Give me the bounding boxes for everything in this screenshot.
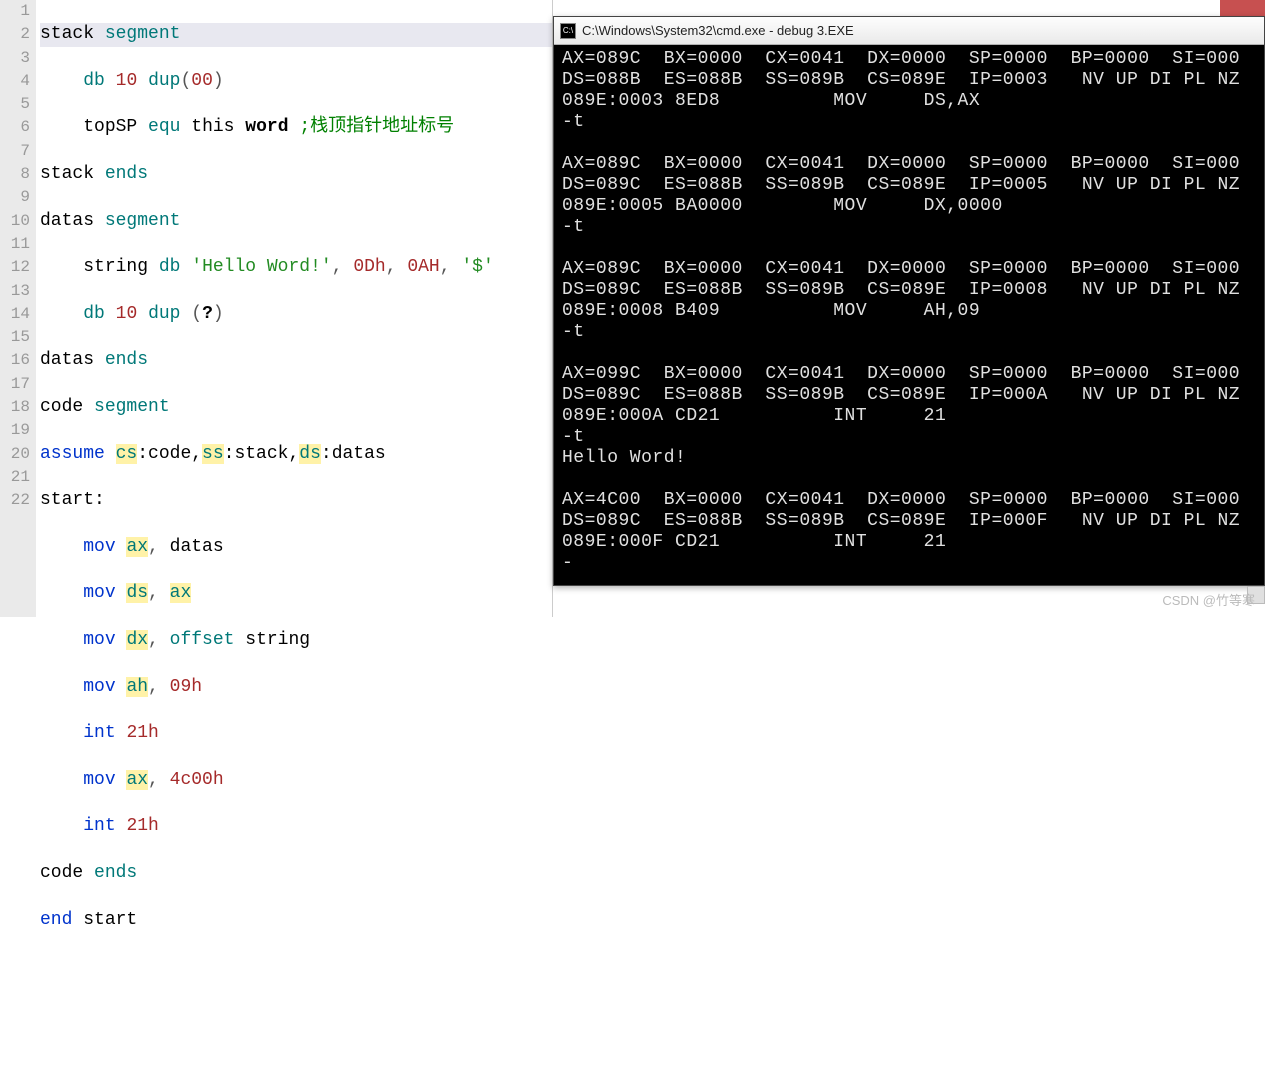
line-number: 12 <box>0 256 30 279</box>
t: segment <box>105 24 181 44</box>
t: db <box>83 71 105 91</box>
t: '$' <box>461 257 493 277</box>
line-number: 22 <box>0 489 30 512</box>
t: 0AH <box>407 257 439 277</box>
t: int <box>83 723 115 743</box>
cmd-icon: C:\ <box>560 23 576 39</box>
t: code <box>40 397 83 417</box>
t: equ <box>148 117 180 137</box>
t: 21h <box>126 816 158 836</box>
t: this <box>191 117 234 137</box>
line-number: 9 <box>0 186 30 209</box>
t: ;栈顶指针地址标号 <box>299 117 454 137</box>
t: cs <box>116 444 138 464</box>
line-number: 8 <box>0 163 30 186</box>
line-number: 6 <box>0 116 30 139</box>
t: 10 <box>116 304 138 324</box>
cmd-title: C:\Windows\System32\cmd.exe - debug 3.EX… <box>582 23 854 38</box>
t: 00 <box>191 71 213 91</box>
code-area[interactable]: stack segment db 10 dup(00) topSP equ th… <box>36 0 552 617</box>
code-editor[interactable]: 1 2 3 4 5 6 7 8 9 10 11 12 13 14 15 16 1… <box>0 0 553 617</box>
t: segment <box>94 397 170 417</box>
cmd-output[interactable]: AX=089C BX=0000 CX=0041 DX=0000 SP=0000 … <box>554 45 1264 585</box>
t: mov <box>83 630 115 650</box>
t: offset <box>170 630 235 650</box>
t: ds <box>299 444 321 464</box>
t: datas <box>170 537 224 557</box>
t: , <box>148 583 170 603</box>
t: dup <box>148 71 180 91</box>
t: mov <box>83 537 115 557</box>
t: ax <box>170 583 192 603</box>
t: , <box>148 630 170 650</box>
t: 4c00h <box>170 770 224 790</box>
t: dup <box>148 304 180 324</box>
t: ends <box>105 350 148 370</box>
line-number: 10 <box>0 210 30 233</box>
line-number: 2 <box>0 23 30 46</box>
t: , <box>148 770 170 790</box>
line-number: 14 <box>0 303 30 326</box>
line-number: 16 <box>0 349 30 372</box>
line-number: 17 <box>0 373 30 396</box>
t: dx <box>126 630 148 650</box>
t: stack <box>40 24 94 44</box>
line-number: 21 <box>0 466 30 489</box>
t: topSP <box>83 117 137 137</box>
t: end <box>40 910 72 930</box>
t: , <box>148 537 170 557</box>
t: 21h <box>126 723 158 743</box>
t: string <box>245 630 310 650</box>
t: :stack, <box>224 444 300 464</box>
line-number: 13 <box>0 280 30 303</box>
t: ax <box>126 537 148 557</box>
t: :datas <box>321 444 386 464</box>
t: code <box>40 863 83 883</box>
t: ah <box>126 677 148 697</box>
line-gutter: 1 2 3 4 5 6 7 8 9 10 11 12 13 14 15 16 1… <box>0 0 36 617</box>
t: segment <box>105 211 181 231</box>
t: ss <box>202 444 224 464</box>
t: ax <box>126 770 148 790</box>
t: mov <box>83 770 115 790</box>
t: start: <box>40 490 105 510</box>
line-number: 19 <box>0 419 30 442</box>
t: word <box>245 117 288 137</box>
t: ? <box>202 304 213 324</box>
watermark: CSDN @竹等寒 <box>1162 590 1255 609</box>
t: string <box>83 257 148 277</box>
t: mov <box>83 583 115 603</box>
line-number: 4 <box>0 70 30 93</box>
cmd-titlebar[interactable]: C:\ C:\Windows\System32\cmd.exe - debug … <box>554 17 1264 45</box>
line-number: 18 <box>0 396 30 419</box>
line-number: 7 <box>0 140 30 163</box>
cmd-window[interactable]: C:\ C:\Windows\System32\cmd.exe - debug … <box>553 16 1265 586</box>
t: db <box>83 304 105 324</box>
line-number: 20 <box>0 443 30 466</box>
t: 10 <box>116 71 138 91</box>
t: 'Hello Word!' <box>191 257 331 277</box>
t: stack <box>40 164 94 184</box>
t: 09h <box>170 677 202 697</box>
t: datas <box>40 211 94 231</box>
line-number: 15 <box>0 326 30 349</box>
line-number: 3 <box>0 47 30 70</box>
t: 0Dh <box>353 257 385 277</box>
t: assume <box>40 444 105 464</box>
t: datas <box>40 350 94 370</box>
t: int <box>83 816 115 836</box>
line-number: 5 <box>0 93 30 116</box>
t: db <box>159 257 181 277</box>
t: ends <box>105 164 148 184</box>
t: , <box>148 677 170 697</box>
line-number: 11 <box>0 233 30 256</box>
t: ds <box>126 583 148 603</box>
line-number: 1 <box>0 0 30 23</box>
t: ends <box>94 863 137 883</box>
t: :code, <box>137 444 202 464</box>
t: start <box>83 910 137 930</box>
t: mov <box>83 677 115 697</box>
